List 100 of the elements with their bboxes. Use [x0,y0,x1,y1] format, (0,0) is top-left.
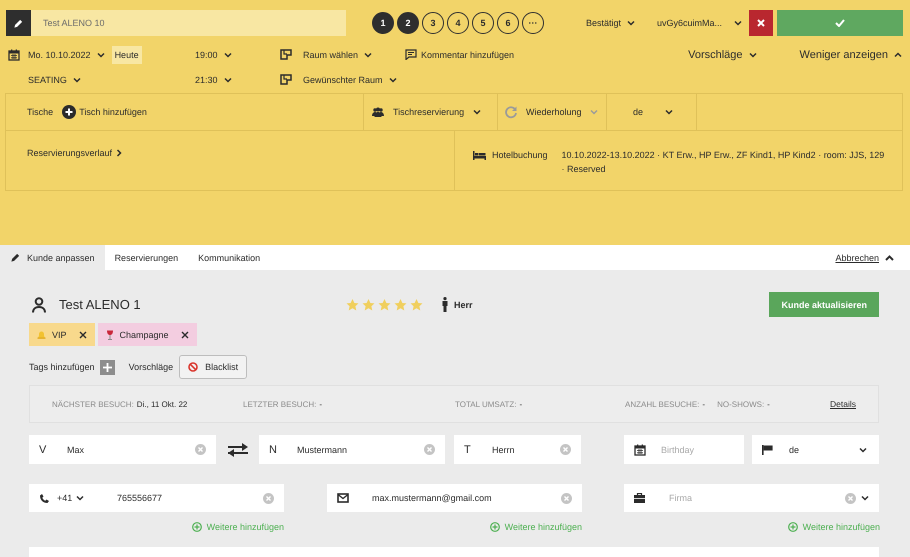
remove-tag-button[interactable] [180,330,189,338]
add-comment-button[interactable]: Kommentar hinzufügen [405,49,514,60]
wished-room-dropdown[interactable]: Gewünschter Raum [303,74,397,84]
clear-icon[interactable] [424,444,435,455]
details-link[interactable]: Details [830,399,856,409]
star-icon [378,298,391,310]
chevron-down-icon [861,495,869,501]
field-placeholder: Birthday [661,444,696,454]
stat-text: NÄCHSTER BESUCH: Di., 11 Okt. 22 [52,400,188,408]
add-table-button[interactable]: Tisch hinzufügen [62,105,147,119]
show-less-toggle[interactable]: Weniger anzeigen [800,48,902,60]
party-size-button[interactable]: ··· [522,12,544,34]
language-dropdown[interactable]: de [633,107,674,117]
field-prefix: N [269,444,278,456]
plus-icon [490,522,500,532]
people-icon [372,107,384,117]
collapse-button[interactable] [885,254,894,260]
party-size-button[interactable]: 5 [472,12,494,34]
last-name-field[interactable]: N Mustermann [259,435,445,464]
party-size-button[interactable]: 3 [422,12,444,34]
phone-field[interactable]: +41 765556677 [29,484,284,512]
hotel-label: Hotelbuchung [492,149,548,162]
clear-icon[interactable] [263,492,274,504]
chevron-down-icon [96,52,105,58]
clear-icon[interactable] [560,444,571,455]
chevron-up-icon [885,254,894,260]
party-size-button[interactable]: 1 [372,12,394,34]
stat-text: LETZTER BESUCH: - [243,400,324,408]
bed-icon [473,151,486,160]
room-dropdown[interactable]: Raum wählen [303,50,372,60]
field-value: Mustermann [297,444,348,454]
language-field[interactable]: de [752,435,879,464]
field-placeholder: Firma [669,493,693,503]
today-button[interactable]: Heute [112,46,142,64]
party-size-button[interactable]: 4 [447,12,469,34]
plus-icon [788,522,798,532]
close-icon [180,330,189,338]
first-name-field[interactable]: V Max [29,435,216,464]
country-code-dropdown[interactable]: +41 [57,493,117,503]
chevron-down-icon [364,52,372,58]
plus-icon [62,105,76,119]
tag-label: VIP [52,330,67,340]
clear-icon[interactable] [561,492,572,504]
chevron-right-icon [116,149,122,157]
room-icon [280,49,292,60]
plus-icon [102,362,112,372]
party-size-button[interactable]: 2 [397,12,419,34]
comment-icon [405,49,417,60]
chevron-down-icon [627,20,636,26]
tables-label: Tische [27,107,54,117]
user-dropdown[interactable]: uvGy6cuimMa... [657,18,742,28]
suggestions-label: Vorschläge [128,362,174,372]
close-icon [78,330,87,338]
edit-button[interactable] [6,10,31,36]
room-icon [280,74,292,85]
repeat-dropdown[interactable]: Wiederholung [504,105,598,119]
reservation-type-dropdown[interactable]: Tischreservierung [372,107,482,117]
field-prefix: V [39,444,48,456]
pencil-icon [10,252,21,263]
star-icon [410,298,423,310]
stat-text: NO-SHOWS: - [717,400,770,408]
calendar-icon [634,444,646,456]
calendar-icon [8,48,20,60]
suggestions-dropdown[interactable]: Vorschläge [688,48,757,60]
party-size-button[interactable]: 6 [497,12,519,34]
reservation-name-field[interactable]: Test ALENO 10 [31,10,346,36]
history-link[interactable]: Reservierungsverlauf [27,148,122,158]
clear-icon[interactable] [845,492,856,504]
field-value: de [789,444,800,454]
star-rating[interactable] [346,298,423,310]
stat-text: TOTAL UMSATZ: - [455,400,524,408]
field-value: Max [67,444,86,454]
wine-glass-icon [106,330,114,340]
title-field[interactable]: T Herrn [454,435,581,464]
remove-tag-button[interactable] [78,330,87,338]
chevron-down-icon [859,446,867,452]
email-field[interactable]: max.mustermann@gmail.com [327,484,582,512]
pencil-icon [13,18,24,28]
end-time-dropdown[interactable]: 21:30 [195,74,232,84]
tab[interactable]: Kunde anpassen [0,245,105,270]
cancel-button[interactable] [749,10,774,36]
add-tags-label: Tags hinzufügen [29,362,95,372]
cancel-link[interactable]: Abbrechen [835,252,879,262]
blacklist-button[interactable]: Blacklist [179,355,248,379]
star-icon [362,298,375,310]
flag-icon [762,444,773,454]
chevron-down-icon [72,76,81,82]
status-dropdown[interactable]: Bestätigt [586,18,636,28]
area-dropdown[interactable]: SEATING [28,74,81,84]
chevron-down-icon [224,52,232,58]
close-icon [757,19,766,27]
chevron-down-icon [76,495,84,501]
clear-icon[interactable] [195,444,206,455]
mail-icon [337,493,349,503]
date-dropdown[interactable]: Mo. 10.10.2022 [28,50,105,60]
start-time-dropdown[interactable]: 19:00 [195,50,232,60]
add-tag-button[interactable] [100,360,115,374]
swap-icon[interactable] [226,442,248,458]
chevron-down-icon [665,109,674,115]
bell-icon [37,330,46,339]
